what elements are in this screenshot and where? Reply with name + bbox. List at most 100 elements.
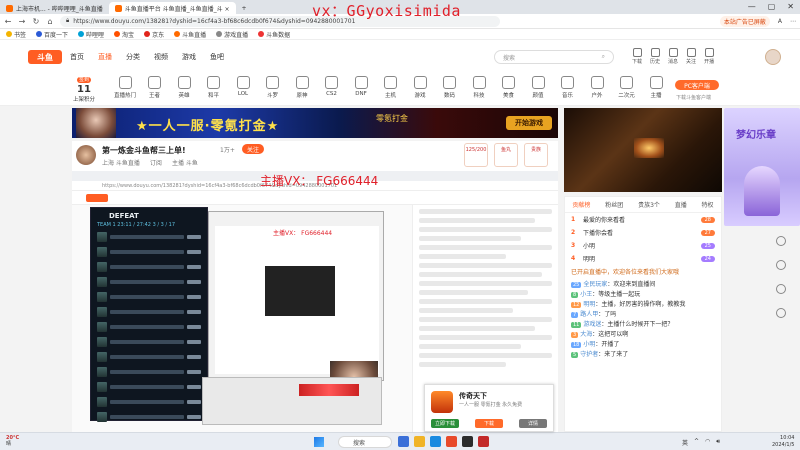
tray-expand-icon[interactable]: ^ — [694, 438, 699, 447]
pc-client-button[interactable]: PC客户端 — [675, 80, 719, 90]
site-search-input[interactable]: 搜索 ⌕ — [494, 50, 614, 64]
history-button[interactable]: 历史 — [650, 48, 660, 65]
menu-item-fishbar[interactable]: 鱼吧 — [210, 52, 224, 62]
ad-get-button[interactable]: 下载 — [475, 419, 503, 428]
chat-user[interactable]: 游戏迷 — [583, 321, 601, 328]
app-ad-popup[interactable]: 传奇天下 一人一服 零氪打金 永久免费 立即下载 下载 详情 — [424, 384, 554, 432]
level-box[interactable]: 125/200 — [464, 143, 488, 167]
chat-user[interactable]: 小王 — [580, 291, 592, 298]
rank-badge: 28 — [700, 216, 715, 223]
menu-item-live[interactable]: 直播 — [98, 52, 112, 62]
close-icon[interactable]: ✕ — [787, 2, 794, 11]
back-icon[interactable]: ← — [4, 17, 12, 26]
minimize-icon[interactable]: — — [748, 2, 756, 11]
banner-character-image — [76, 108, 116, 138]
share-icon[interactable] — [776, 260, 786, 270]
menu-item-game[interactable]: 游戏 — [182, 52, 196, 62]
maximize-icon[interactable]: ▢ — [768, 2, 776, 11]
explorer-icon[interactable] — [414, 436, 425, 447]
browser-icon[interactable] — [478, 436, 489, 447]
chat-user[interactable]: 小明 — [583, 341, 595, 348]
new-tab-button[interactable]: + — [236, 2, 253, 14]
scoreboard-row — [97, 351, 201, 363]
bookmark[interactable]: 哔哩哩 — [78, 30, 104, 39]
clock[interactable]: 10:04 2024/1/5 — [772, 435, 794, 448]
tab-privilege[interactable]: 特权 — [702, 200, 714, 209]
player-bar — [110, 370, 184, 374]
champion-icon — [97, 292, 107, 302]
download-button[interactable]: 下载 — [632, 48, 642, 65]
chat-text: 等级主播一起玩 — [598, 291, 641, 298]
follow-list-button[interactable]: 关注 — [686, 48, 696, 65]
home-icon[interactable]: ⌂ — [46, 17, 54, 26]
chat-user[interactable]: 全民玩家 — [583, 281, 607, 288]
chat-user[interactable]: 明明 — [583, 301, 595, 308]
bookmark[interactable]: 京东 — [144, 30, 164, 39]
banner-start-button[interactable]: 开始游戏 — [506, 116, 552, 130]
bookmark[interactable]: 书签 — [6, 30, 26, 39]
fishball-box[interactable]: 鱼丸 — [494, 143, 518, 167]
bookmark[interactable]: 百度一下 — [36, 30, 68, 39]
team-summary: TEAM 1 23:11 / 27:42 3 / 3 / 17 — [97, 222, 176, 228]
follow-button[interactable]: 关注 — [242, 144, 264, 154]
adblock-badge[interactable]: 本站广告已屏蔽 — [719, 15, 770, 27]
player-bar — [110, 250, 184, 254]
gift-icon[interactable] — [776, 236, 786, 246]
ime-indicator[interactable]: 英 — [682, 438, 688, 447]
player-bar — [110, 325, 184, 329]
subscribe-link[interactable]: 订阅 — [150, 158, 162, 167]
side-ad[interactable]: 梦幻乐章 — [724, 108, 800, 226]
report-icon[interactable] — [776, 284, 786, 294]
game-ad-image[interactable] — [564, 108, 722, 192]
browser-tab-1[interactable]: 上海市机... - 哔哔哩哩_斗鱼直播 — [0, 2, 109, 14]
message-button[interactable]: 消息 — [668, 48, 678, 65]
search-icon[interactable]: ⌕ — [602, 53, 605, 61]
more-icon[interactable]: ⋯ — [790, 18, 796, 25]
taskbar-search[interactable]: 搜索 — [338, 436, 392, 448]
tab-live[interactable]: 直播 — [675, 200, 687, 209]
chat-user[interactable]: 守护者 — [580, 351, 598, 358]
watermark-top: vx：GGyoxisimida — [312, 2, 461, 20]
store-icon[interactable] — [462, 436, 473, 447]
chat-user[interactable]: 路人甲 — [580, 311, 598, 318]
app-icon[interactable] — [446, 436, 457, 447]
ad-download-button[interactable]: 立即下载 — [431, 419, 459, 428]
site-logo[interactable]: 斗鱼 — [28, 50, 62, 64]
promo-banner[interactable]: ★一人一服·零氪打金★ 零氪打金 开始游戏 — [72, 108, 558, 138]
start-icon[interactable] — [314, 437, 324, 447]
menu-item-video[interactable]: 视频 — [154, 52, 168, 62]
rank-row[interactable]: 2 下播你会看 27 — [565, 226, 721, 239]
chat-user[interactable]: 大海 — [580, 331, 592, 338]
tab-contribution[interactable]: 贡献榜 — [572, 200, 590, 209]
noble-box[interactable]: 贵族 — [524, 143, 548, 167]
taskview-icon[interactable] — [398, 436, 409, 447]
streamer-avatar[interactable] — [76, 145, 96, 165]
menu-item-home[interactable]: 首页 — [70, 52, 84, 62]
champion-icon — [97, 247, 107, 257]
volume-icon[interactable]: 🔊︎ — [716, 438, 720, 447]
rank-row[interactable]: 1 最爱的你来看看 28 — [565, 213, 721, 226]
reload-icon[interactable]: ↻ — [32, 17, 40, 26]
tab-fans[interactable]: 粉丝团 — [605, 200, 623, 209]
rank-row[interactable]: 4 明明 24 — [565, 252, 721, 265]
checkin-widget[interactable]: 签到 11 上架积分 — [68, 76, 100, 104]
bookmark[interactable]: 斗鱼直播 — [174, 30, 206, 39]
wifi-icon[interactable]: ◠ — [705, 438, 710, 447]
top-icon[interactable] — [776, 308, 786, 318]
category-item[interactable]: 主播 — [639, 76, 673, 99]
edge-icon[interactable] — [430, 436, 441, 447]
reader-icon[interactable]: A — [778, 18, 782, 25]
weather-widget[interactable]: 20°C 晴 — [6, 435, 19, 447]
start-stream-button[interactable]: 开播 — [704, 48, 714, 65]
menu-item-category[interactable]: 分类 — [126, 52, 140, 62]
bookmark[interactable]: 淘宝 — [114, 30, 134, 39]
forward-icon[interactable]: → — [18, 17, 26, 26]
bookmark[interactable]: 斗鱼数据 — [258, 30, 290, 39]
tab-noble[interactable]: 贵族3个 — [638, 200, 660, 209]
avatar[interactable] — [765, 49, 781, 65]
ad-detail-button[interactable]: 详情 — [519, 419, 547, 428]
rank-row[interactable]: 3 小明 25 — [565, 239, 721, 252]
level-badge: 18 — [571, 342, 582, 348]
browser-tab-2[interactable]: 斗鱼直播平台 斗鱼直播_斗鱼直播_斗 × — [108, 2, 236, 14]
bookmark[interactable]: 游戏直播 — [216, 30, 248, 39]
